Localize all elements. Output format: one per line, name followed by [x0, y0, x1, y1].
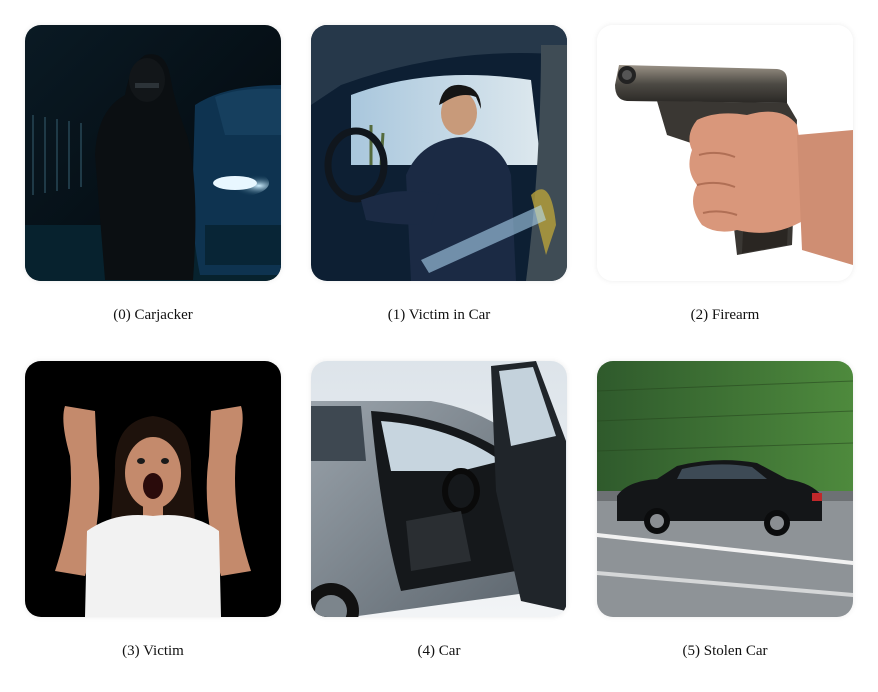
- caption-carjacker: (0) Carjacker: [113, 307, 193, 323]
- image-firearm: [597, 25, 853, 281]
- caption-stolen-car: (5) Stolen Car: [682, 643, 768, 659]
- image-victim-in-car: [311, 25, 567, 281]
- image-victim: [25, 361, 281, 617]
- image-stolen-car: [597, 361, 853, 617]
- victim-in-car-illustration: [311, 25, 567, 281]
- stolen-car-illustration: [597, 361, 853, 617]
- firearm-illustration: [597, 25, 853, 281]
- carjacker-illustration: [25, 25, 281, 281]
- victim-illustration: [25, 361, 281, 617]
- image-car: [311, 361, 567, 617]
- caption-car: (4) Car: [417, 643, 461, 659]
- car-open-door-illustration: [311, 361, 567, 617]
- caption-victim-in-car: (1) Victim in Car: [387, 307, 491, 323]
- caption-firearm: (2) Firearm: [690, 307, 760, 323]
- caption-victim: (3) Victim: [122, 643, 184, 659]
- image-carjacker: [25, 25, 281, 281]
